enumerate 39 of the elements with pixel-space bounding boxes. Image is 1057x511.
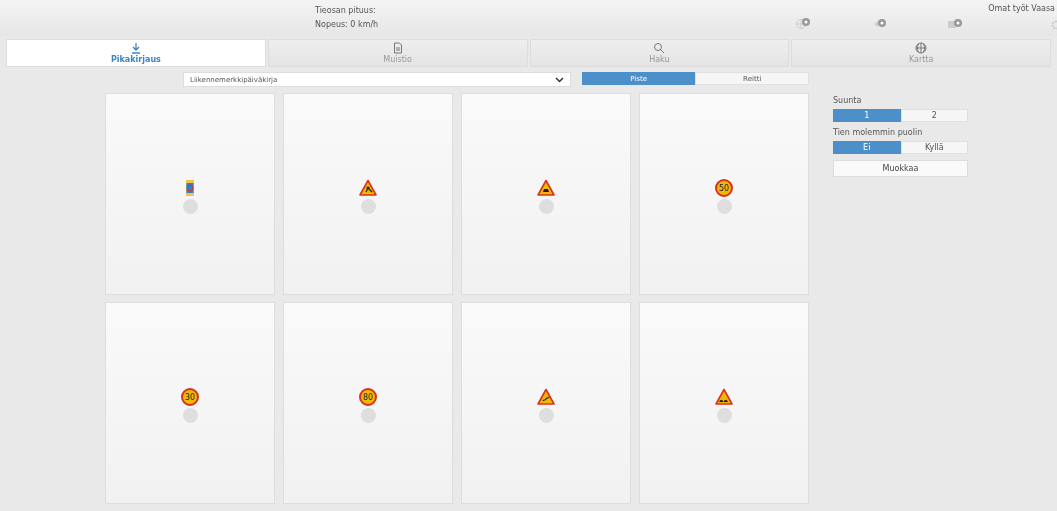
- segment-button[interactable]: Kyllä: [900, 141, 968, 154]
- road-length-label: Tieosan pituus:: [315, 6, 377, 15]
- sign-card[interactable]: [283, 93, 453, 295]
- placeholder-dot: [716, 407, 732, 423]
- roadwork-sign-icon: [359, 178, 377, 197]
- speed-text: Nopeus: 0 km/h: [315, 20, 380, 29]
- sign-card[interactable]: [639, 302, 809, 504]
- edit-button[interactable]: Muokkaa: [833, 160, 968, 177]
- placeholder-dot: [716, 198, 732, 214]
- placeholder-dot: [182, 198, 198, 214]
- speed-limit-sign-icon: 80: [359, 387, 377, 406]
- segment-button[interactable]: 2: [900, 109, 968, 122]
- sign-card[interactable]: [461, 302, 631, 504]
- placeholder-dot: [538, 198, 554, 214]
- download-icon: [129, 42, 142, 54]
- slippery-road-sign-icon: [537, 387, 555, 406]
- sign-card[interactable]: [105, 93, 275, 295]
- camera-status-icon: [947, 17, 963, 29]
- placeholder-dot: [182, 407, 198, 423]
- sign-card[interactable]: 50: [639, 93, 809, 295]
- warning-sign-icon: [537, 178, 555, 197]
- tab[interactable]: Pikakirjaus: [6, 39, 266, 67]
- caret-icon: [554, 76, 564, 83]
- speed-limit-sign-icon: 30: [181, 387, 199, 406]
- road-bumps-sign-icon: [715, 387, 733, 406]
- sign-card[interactable]: [461, 93, 631, 295]
- speed-limit-sign-icon: 50: [715, 178, 733, 197]
- placeholder-dot: [538, 407, 554, 423]
- sign-card[interactable]: 30: [105, 302, 275, 504]
- placeholder-dot: [360, 198, 376, 214]
- document-icon: [391, 42, 404, 54]
- search-icon: [653, 42, 666, 54]
- direction-label: Suunta: [833, 96, 863, 105]
- both-sides-label: Tien molemmin puolin: [833, 128, 924, 137]
- sign-card[interactable]: 80: [283, 302, 453, 504]
- globe-status-icon: [795, 17, 811, 29]
- globe-icon: [915, 42, 928, 54]
- user-link[interactable]: Omat työt Vaasa: [988, 4, 1055, 13]
- placeholder-dot: [360, 407, 376, 423]
